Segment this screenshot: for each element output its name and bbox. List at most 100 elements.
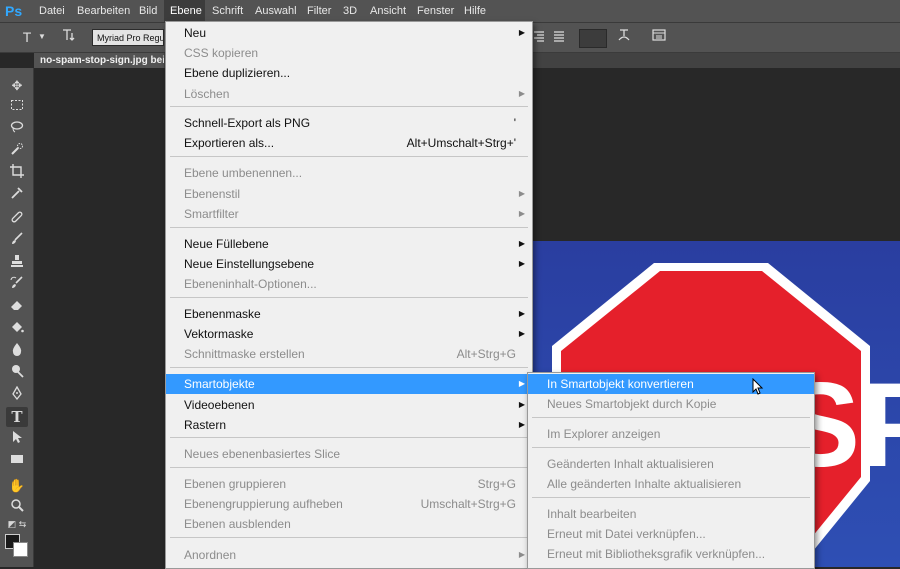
pen-tool-icon[interactable]: [6, 385, 28, 406]
ebene-dropdown-menu: Neu ▶ CSS kopieren Ebene duplizieren... L…: [165, 21, 533, 569]
hand-tool-icon[interactable]: ✋: [6, 476, 28, 496]
menu-filter[interactable]: Filter: [301, 0, 337, 22]
menu-item-loeschen: Löschen ▶: [166, 84, 532, 104]
menu-separator: [532, 497, 810, 498]
tools-panel: ✥ T ✋ ◩ ⇆: [0, 68, 34, 567]
menu-item-videoebenen[interactable]: Videoebenen ▶: [166, 395, 532, 415]
crop-tool-icon[interactable]: [6, 164, 28, 184]
submenu-arrow-icon: ▶: [518, 550, 525, 559]
mouse-cursor-icon: [752, 377, 764, 396]
history-brush-tool-icon[interactable]: [6, 276, 28, 296]
submenu-arrow-icon: ▶: [518, 420, 525, 429]
eyedropper-tool-icon[interactable]: [6, 186, 28, 206]
eraser-tool-icon[interactable]: [6, 298, 28, 318]
menu-separator: [170, 297, 528, 298]
text-tool-preset-icon[interactable]: T: [17, 27, 37, 47]
text-color-swatch[interactable]: [579, 29, 607, 48]
document-tab[interactable]: no-spam-stop-sign.jpg bei 1: [34, 53, 164, 68]
menu-separator: [170, 467, 528, 468]
menu-item-erneut-mit-datei: Erneut mit Datei verknüpfen...: [547, 527, 706, 541]
submenu-arrow-icon: ▶: [518, 400, 525, 409]
menu-item-alle-inhalte-aktualisieren: Alle geänderten Inhalte aktualisieren: [547, 477, 742, 491]
clone-stamp-tool-icon[interactable]: [6, 254, 28, 274]
menu-item-smartobjekte[interactable]: Smartobjekte ▶: [166, 374, 532, 394]
character-panel-icon[interactable]: [650, 27, 668, 47]
menu-separator: [532, 417, 810, 418]
paint-bucket-tool-icon[interactable]: [6, 320, 28, 340]
menu-item-inhalt-bearbeiten: Inhalt bearbeiten: [547, 507, 637, 521]
submenu-arrow-icon: ▶: [518, 329, 525, 338]
font-family-field[interactable]: Myriad Pro Regular: [92, 29, 164, 46]
path-selection-tool-icon[interactable]: [6, 430, 28, 450]
menu-item-ebene-duplizieren[interactable]: Ebene duplizieren...: [166, 63, 532, 83]
menu-separator: [170, 106, 528, 107]
quick-selection-tool-icon[interactable]: [6, 142, 28, 162]
menu-item-ebene-umbenennen: Ebene umbenennen...: [184, 166, 303, 180]
submenu-arrow-icon: ▶: [518, 209, 525, 218]
menu-auswahl[interactable]: Auswahl: [249, 0, 303, 22]
menu-item-ebeneninhalt-optionen: Ebeneninhalt-Optionen...: [184, 277, 317, 291]
move-tool-icon[interactable]: ✥: [6, 76, 28, 96]
brush-tool-icon[interactable]: [6, 232, 28, 252]
smartobjekte-submenu: In Smartobjekt konvertieren Neues Smarto…: [527, 372, 815, 569]
menu-item-neues-smartobjekt-kopie: Neues Smartobjekt durch Kopie: [547, 397, 717, 411]
default-colors-icon[interactable]: ◩ ⇆: [6, 517, 28, 531]
submenu-arrow-icon: ▶: [518, 309, 525, 318]
menu-item-ebenen-gruppieren: Ebenen gruppieren Strg+G: [184, 477, 516, 491]
menu-item-in-smartobjekt-konvertieren[interactable]: In Smartobjekt konvertieren: [528, 374, 814, 394]
healing-brush-tool-icon[interactable]: [6, 210, 28, 230]
preset-dropdown-icon[interactable]: ▼: [38, 27, 46, 47]
align-right-icon[interactable]: [532, 27, 546, 47]
type-tool-icon[interactable]: T: [6, 407, 28, 427]
menu-item-vektormaske[interactable]: Vektormaske ▶: [166, 324, 532, 344]
menu-item-exportieren-als[interactable]: Exportieren als... Alt+Umschalt+Strg+': [166, 133, 532, 153]
background-color-swatch[interactable]: [13, 542, 28, 557]
menu-fenster[interactable]: Fenster: [411, 0, 460, 22]
submenu-arrow-icon: ▶: [518, 379, 525, 388]
menu-item-neue-einstellungsebene[interactable]: Neue Einstellungsebene ▶: [166, 254, 532, 274]
menu-item-anordnen: Anordnen ▶: [166, 545, 532, 565]
menubar: Ps Datei Bearbeiten Bild Ebene Schrift A…: [0, 0, 900, 23]
menu-item-schnell-export[interactable]: Schnell-Export als PNG ': [166, 113, 532, 133]
menu-separator: [170, 367, 528, 368]
submenu-arrow-icon: ▶: [518, 239, 525, 248]
menu-item-gruppierung-aufheben: Ebenengruppierung aufheben Umschalt+Strg+…: [184, 497, 516, 511]
menu-item-rastern[interactable]: Rastern ▶: [166, 415, 532, 435]
menu-separator: [170, 537, 528, 538]
submenu-arrow-icon: ▶: [518, 28, 525, 37]
text-orientation-icon[interactable]: [60, 27, 78, 47]
marquee-tool-icon[interactable]: [6, 98, 28, 118]
justify-icon[interactable]: [552, 27, 566, 47]
menu-item-ebenenmaske[interactable]: Ebenenmaske ▶: [166, 304, 532, 324]
menu-separator: [170, 227, 528, 228]
blur-tool-icon[interactable]: [6, 342, 28, 362]
menu-schrift[interactable]: Schrift: [206, 0, 249, 22]
menu-datei[interactable]: Datei: [33, 0, 71, 22]
menu-item-css-kopieren: CSS kopieren: [184, 46, 259, 60]
menu-ansicht[interactable]: Ansicht: [364, 0, 412, 22]
menu-item-smartfilter: Smartfilter ▶: [166, 204, 532, 224]
menu-item-im-explorer-anzeigen: Im Explorer anzeigen: [547, 427, 661, 441]
menu-item-ebenenstil: Ebenenstil ▶: [166, 184, 532, 204]
menu-hilfe[interactable]: Hilfe: [458, 0, 492, 22]
menu-bearbeiten[interactable]: Bearbeiten: [71, 0, 136, 22]
submenu-arrow-icon: ▶: [518, 189, 525, 198]
warp-text-icon[interactable]: [615, 27, 633, 47]
menu-item-inhalt-aktualisieren: Geänderten Inhalt aktualisieren: [547, 457, 714, 471]
submenu-arrow-icon: ▶: [518, 89, 525, 98]
menu-3d[interactable]: 3D: [337, 0, 363, 22]
zoom-tool-icon[interactable]: [6, 498, 28, 518]
menu-item-neue-fuellebene[interactable]: Neue Füllebene ▶: [166, 234, 532, 254]
menu-separator: [170, 156, 528, 157]
menu-item-erneut-mit-bibliotheksgrafik: Erneut mit Bibliotheksgrafik verknüpfen.…: [547, 547, 766, 561]
menu-item-slice: Neues ebenenbasiertes Slice: [184, 447, 341, 461]
rectangle-tool-icon[interactable]: [6, 452, 28, 472]
menu-bild[interactable]: Bild: [133, 0, 163, 22]
menu-ebene[interactable]: Ebene: [164, 0, 205, 22]
lasso-tool-icon[interactable]: [6, 120, 28, 140]
menu-item-schnittmaske: Schnittmaske erstellen Alt+Strg+G: [184, 347, 516, 361]
submenu-arrow-icon: ▶: [518, 259, 525, 268]
menu-item-neu[interactable]: Neu ▶: [166, 23, 532, 43]
dodge-tool-icon[interactable]: [6, 364, 28, 384]
photoshop-logo[interactable]: Ps: [5, 2, 27, 20]
